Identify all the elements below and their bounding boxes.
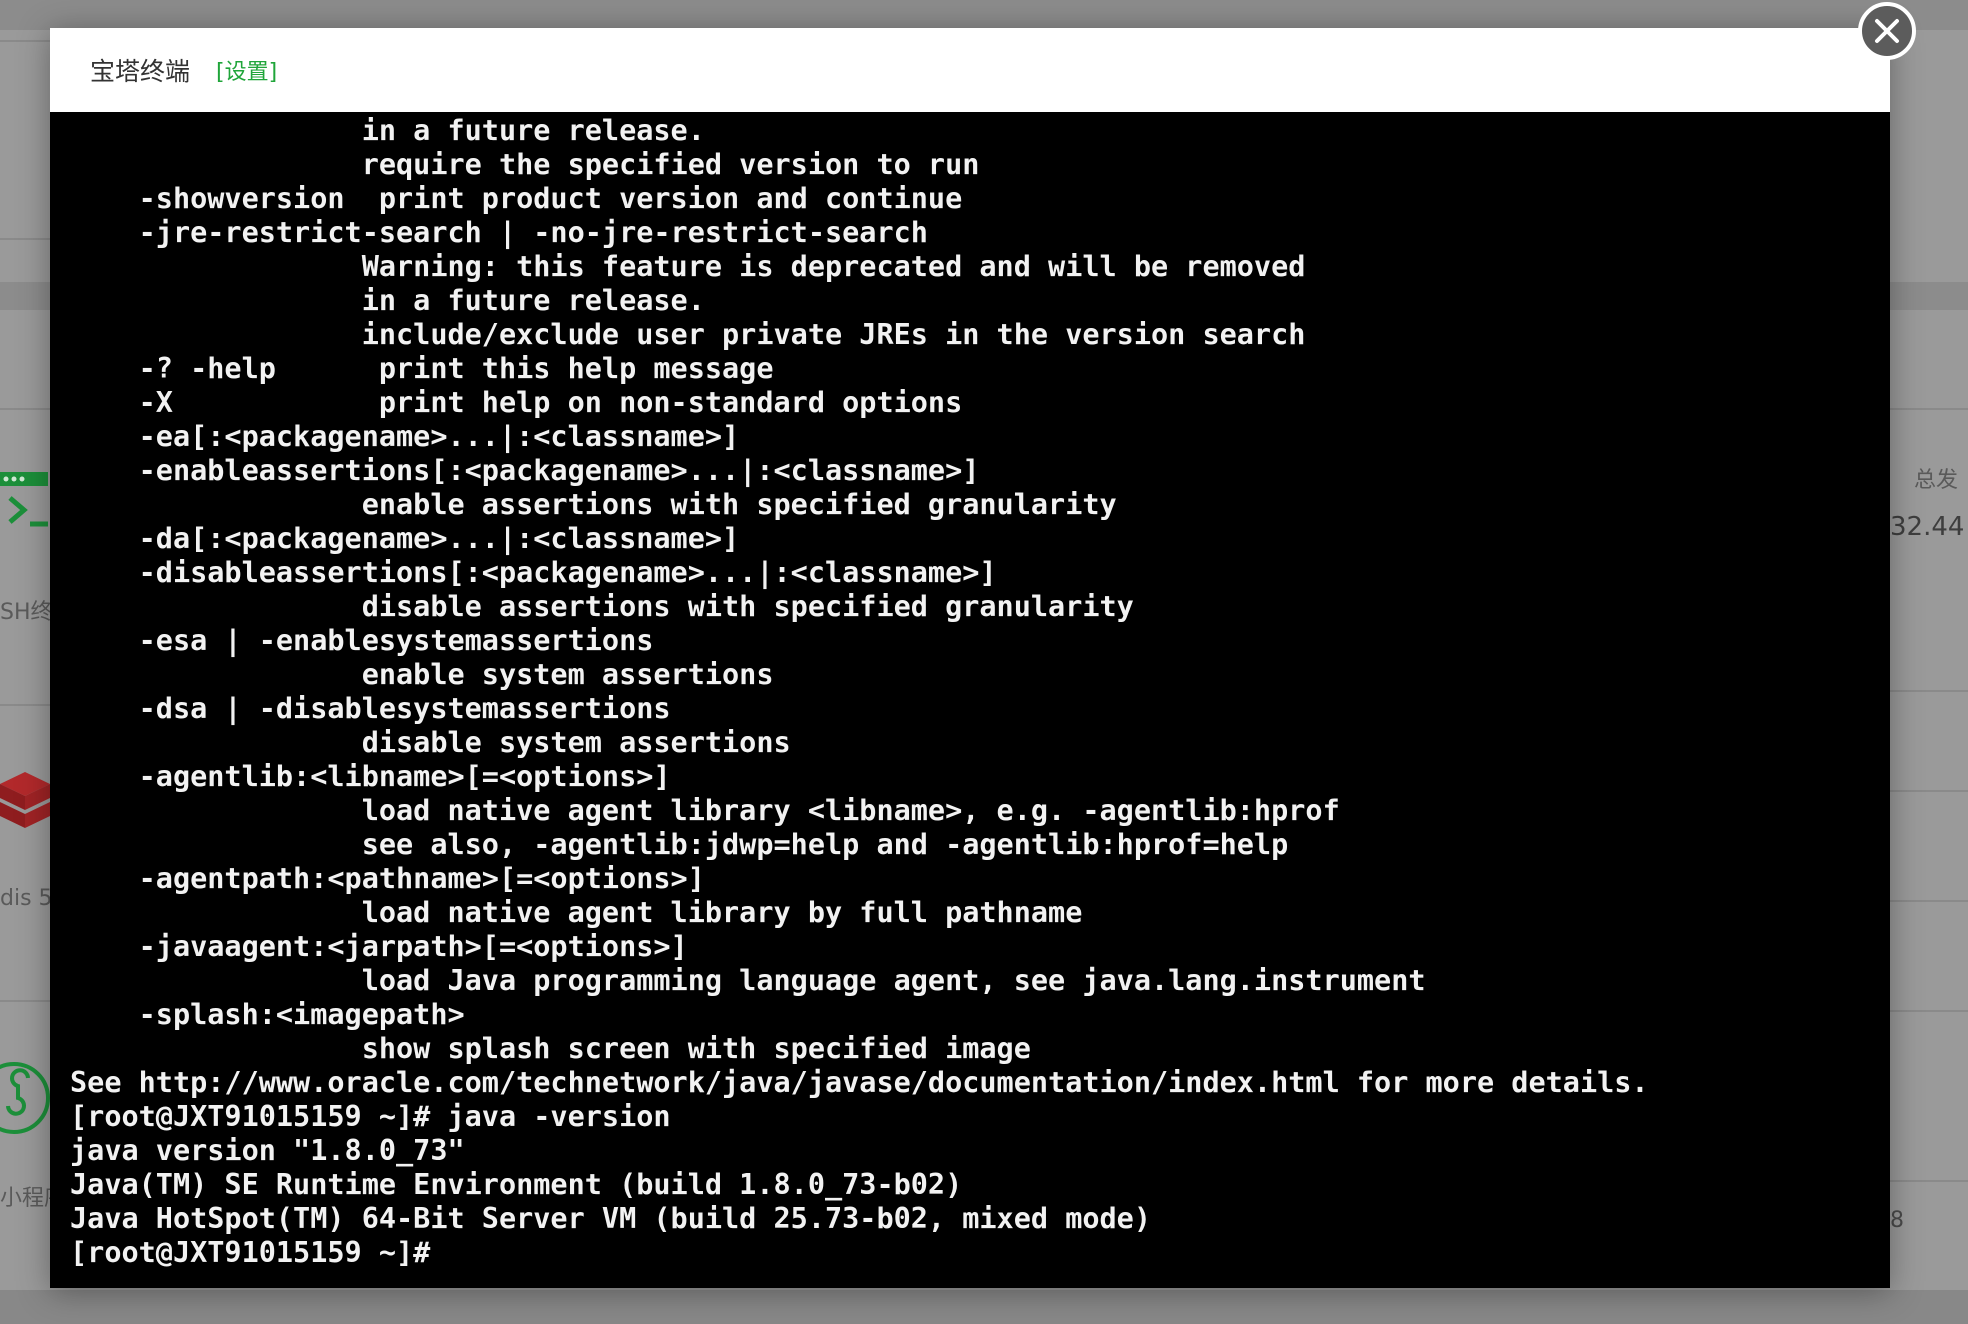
background-divider	[0, 238, 50, 240]
background-divider	[1890, 1010, 1968, 1012]
terminal-line: -dsa | -disablesystemassertions	[70, 692, 671, 725]
terminal-line: -da[:<packagename>...|:<classname>]	[70, 522, 740, 555]
ssh-terminal-label: SH终	[0, 600, 53, 625]
terminal-line: show splash screen with specified image	[70, 1032, 1031, 1065]
terminal-line: load native agent library <libname>, e.g…	[70, 794, 1340, 827]
terminal-line: java version "1.8.0_73"	[70, 1134, 465, 1167]
background-bottom-bar	[0, 1290, 1968, 1324]
terminal-line: -jre-restrict-search | -no-jre-restrict-…	[70, 216, 928, 249]
chart-axis-tick: 8	[1890, 1208, 1904, 1233]
close-icon	[1875, 19, 1899, 43]
redis-icon	[0, 772, 50, 828]
terminal-line: -showversion print product version and c…	[70, 182, 963, 215]
terminal-modal: 宝塔终端 [设置] in a future release. require t…	[50, 28, 1890, 1288]
terminal-line: disable assertions with specified granul…	[70, 590, 1134, 623]
terminal-line: disable system assertions	[70, 726, 791, 759]
background-divider	[1890, 1180, 1968, 1182]
modal-title: 宝塔终端	[90, 57, 191, 86]
terminal-line: -splash:<imagepath>	[70, 998, 465, 1031]
background-divider	[0, 1000, 50, 1002]
terminal-line: Warning: this feature is deprecated and …	[70, 250, 1306, 283]
background-divider	[0, 408, 50, 410]
terminal-line: -? -help print this help message	[70, 352, 774, 385]
terminal-line: in a future release.	[70, 114, 705, 147]
close-button[interactable]	[1858, 2, 1916, 60]
settings-link[interactable]: [设置]	[216, 54, 277, 86]
terminal-line: include/exclude user private JREs in the…	[70, 318, 1306, 351]
terminal-line: load Java programming language agent, se…	[70, 964, 1426, 997]
terminal-line: -agentpath:<pathname>[=<options>]	[70, 862, 705, 895]
background-divider	[0, 704, 50, 706]
terminal-output[interactable]: in a future release. require the specifi…	[50, 112, 1890, 1288]
stat-value: 32.44	[1890, 512, 1965, 542]
terminal-app-icon	[0, 472, 48, 527]
terminal-line: enable system assertions	[70, 658, 774, 691]
terminal-line: -ea[:<packagename>...|:<classname>]	[70, 420, 740, 453]
mini-program-icon	[0, 1062, 50, 1134]
terminal-line: -enableassertions[:<packagename>...|:<cl…	[70, 454, 980, 487]
terminal-line: in a future release.	[70, 284, 705, 317]
terminal-line: -esa | -enablesystemassertions	[70, 624, 654, 657]
terminal-line: Java(TM) SE Runtime Environment (build 1…	[70, 1168, 963, 1201]
terminal-line: [root@JXT91015159 ~]# java -version	[70, 1100, 671, 1133]
terminal-line: See http://www.oracle.com/technetwork/ja…	[70, 1066, 1649, 1099]
terminal-line: see also, -agentlib:jdwp=help and -agent…	[70, 828, 1289, 861]
background-divider	[1890, 790, 1968, 792]
terminal-line: [root@JXT91015159 ~]#	[70, 1236, 448, 1269]
terminal-lines: in a future release. require the specifi…	[70, 114, 1649, 1270]
background-top-bar	[0, 0, 1968, 30]
background-divider	[1890, 690, 1968, 692]
terminal-line: require the specified version to run	[70, 148, 980, 181]
terminal-line: -agentlib:<libname>[=<options>]	[70, 760, 671, 793]
terminal-line: load native agent library by full pathna…	[70, 896, 1083, 929]
modal-header: 宝塔终端 [设置]	[50, 28, 1890, 113]
background-divider	[1890, 900, 1968, 902]
terminal-line: Java HotSpot(TM) 64-Bit Server VM (build…	[70, 1202, 1151, 1235]
background-divider	[0, 40, 50, 42]
terminal-line: -javaagent:<jarpath>[=<options>]	[70, 930, 688, 963]
terminal-line: -disableassertions[:<packagename>...|:<c…	[70, 556, 997, 589]
stat-label: 总发	[1914, 468, 1959, 493]
terminal-line: enable assertions with specified granula…	[70, 488, 1117, 521]
background-divider	[1890, 408, 1968, 410]
terminal-line: -X print help on non-standard options	[70, 386, 963, 419]
